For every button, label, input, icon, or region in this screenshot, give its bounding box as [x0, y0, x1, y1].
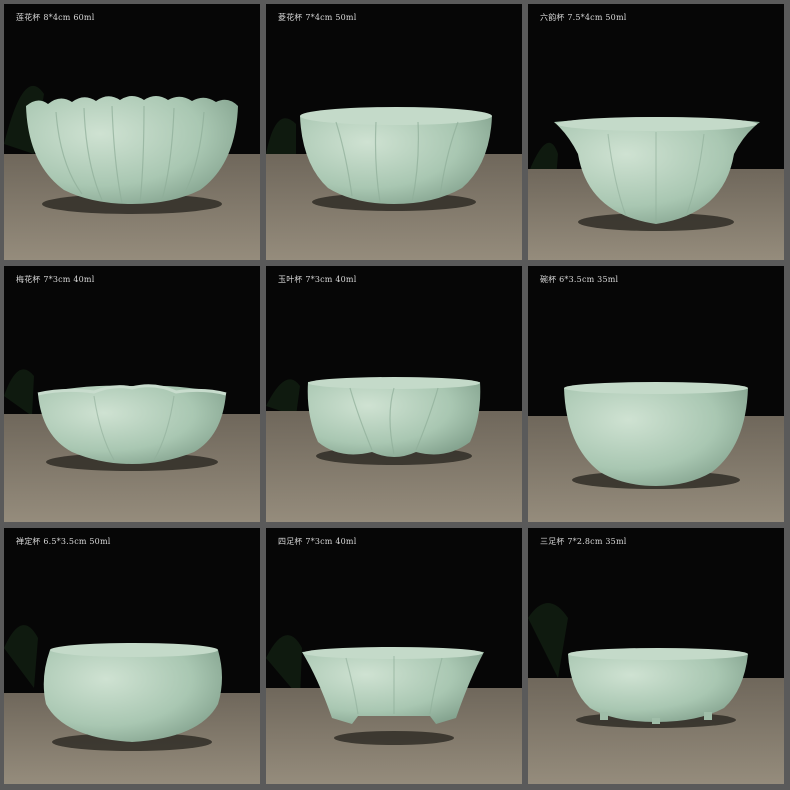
cup-label: 禅定杯 6.5*3.5cm 50ml [16, 537, 111, 546]
cup-tile-lotus: 莲花杯 8*4cm 60ml [4, 4, 260, 260]
cup-tile-four-foot: 四足杯 7*3cm 40ml [266, 528, 522, 784]
cup-tile-bowl: 碗杯 6*3.5cm 35ml [528, 266, 784, 522]
cup-tile-six-rhyme: 六韵杯 7.5*4cm 50ml [528, 4, 784, 260]
water-caltrop-cup-photo [266, 4, 522, 260]
cup-label: 六韵杯 7.5*4cm 50ml [540, 13, 627, 22]
cup-tile-plum-blossom: 梅花杯 7*3cm 40ml [4, 266, 260, 522]
cup-label: 玉叶杯 7*3cm 40ml [278, 275, 357, 284]
cup-label: 碗杯 6*3.5cm 35ml [540, 275, 619, 284]
bowl-cup-photo [528, 266, 784, 522]
cup-tile-zen: 禅定杯 6.5*3.5cm 50ml [4, 528, 260, 784]
cup-label: 菱花杯 7*4cm 50ml [278, 13, 357, 22]
zen-cup-photo [4, 528, 260, 784]
cup-label: 三足杯 7*2.8cm 35ml [540, 537, 627, 546]
cup-label: 莲花杯 8*4cm 60ml [16, 13, 95, 22]
lotus-cup-photo [4, 4, 260, 260]
cup-tile-three-foot: 三足杯 7*2.8cm 35ml [528, 528, 784, 784]
four-foot-cup-photo [266, 528, 522, 784]
cup-label: 四足杯 7*3cm 40ml [278, 537, 357, 546]
three-foot-cup-photo [528, 528, 784, 784]
cup-tile-jade-leaf: 玉叶杯 7*3cm 40ml [266, 266, 522, 522]
product-photo-grid: 莲花杯 8*4cm 60ml 菱花杯 7*4cm 50ml 六韵杯 7.5*4c… [0, 0, 790, 790]
cup-label: 梅花杯 7*3cm 40ml [16, 275, 95, 284]
cup-tile-water-caltrop: 菱花杯 7*4cm 50ml [266, 4, 522, 260]
plum-blossom-cup-photo [4, 266, 260, 522]
jade-leaf-cup-photo [266, 266, 522, 522]
six-rhyme-cup-photo [528, 4, 784, 260]
